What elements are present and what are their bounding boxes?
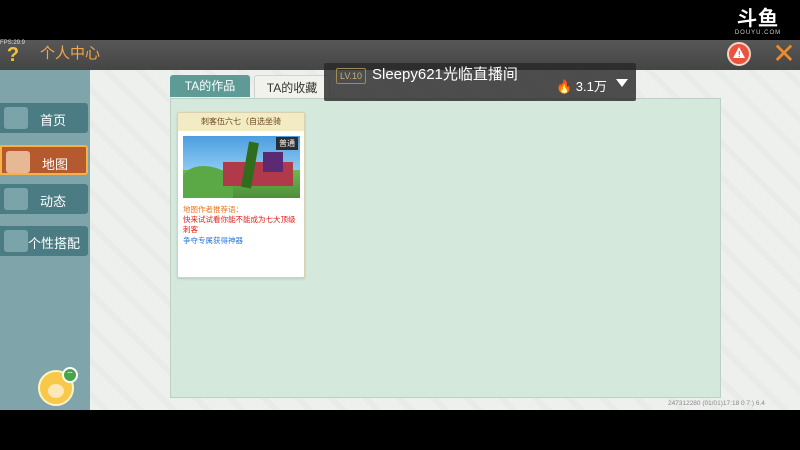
tab-works[interactable]: TA的作品 [170, 75, 250, 97]
stream-heat-count: 🔥 3.1万 [556, 79, 607, 94]
sidebar-item-label: 动态 [40, 194, 67, 209]
watermark-sub: DOUYU.COM [734, 30, 782, 36]
stream-notification[interactable]: LV.10 Sleepy621光临直播间 🔥 3.1万 [324, 63, 636, 101]
outfit-icon [4, 230, 28, 252]
top-letterbox [0, 0, 800, 40]
bottom-letterbox [0, 410, 800, 450]
report-button[interactable]: ! [727, 42, 751, 66]
watermark-logo: 斗鱼 [737, 8, 779, 30]
sidebar-item-label: 个性搭配 [28, 236, 81, 251]
wifi-icon: ⌔ [62, 367, 78, 383]
map-card-title: 刺客伍六七（自选坐骑 [178, 113, 304, 131]
sidebar-item-outfit[interactable]: 个性搭配 [0, 226, 88, 256]
tab-favorites[interactable]: TA的收藏 [254, 75, 330, 99]
page-title: 个人中心 [40, 45, 101, 62]
map-card-tag: 普通 [276, 137, 298, 150]
map-card-subtext: 争夺专属获得神器 [183, 236, 243, 245]
map-card-recommend-text: 快来试试看你能不能成为七大顶级刺客 [183, 215, 296, 234]
map-card[interactable]: 刺客伍六七（自选坐骑 普通 地图作者推荐语： 快来试试看你能不能成为七大顶级刺客… [177, 112, 305, 278]
level-badge: LV.10 [336, 68, 367, 84]
home-icon [4, 107, 28, 129]
sidebar-item-map[interactable]: 地图 [0, 145, 88, 175]
map-icon [6, 151, 30, 173]
sidebar-item-feed[interactable]: 动态 [0, 184, 88, 214]
bell-icon [4, 188, 28, 210]
avatar-face [48, 384, 64, 398]
chevron-down-icon[interactable] [616, 79, 628, 87]
stream-message: Sleepy621光临直播间 [372, 66, 518, 83]
footer-info: 247312280 (01/01)17:18 0 7:) 6.4 [668, 400, 765, 407]
douyu-watermark: 斗鱼 DOUYU.COM [732, 8, 784, 38]
map-card-recommend-label: 地图作者推荐语： [183, 205, 243, 214]
sidebar-item-home[interactable]: 首页 [0, 103, 88, 133]
sidebar-item-label: 地图 [42, 157, 69, 172]
sidebar-item-label: 首页 [40, 113, 67, 128]
close-button[interactable]: ✕ [770, 40, 798, 68]
help-button[interactable]: ? [2, 44, 24, 66]
warning-mark: ! [738, 50, 741, 59]
